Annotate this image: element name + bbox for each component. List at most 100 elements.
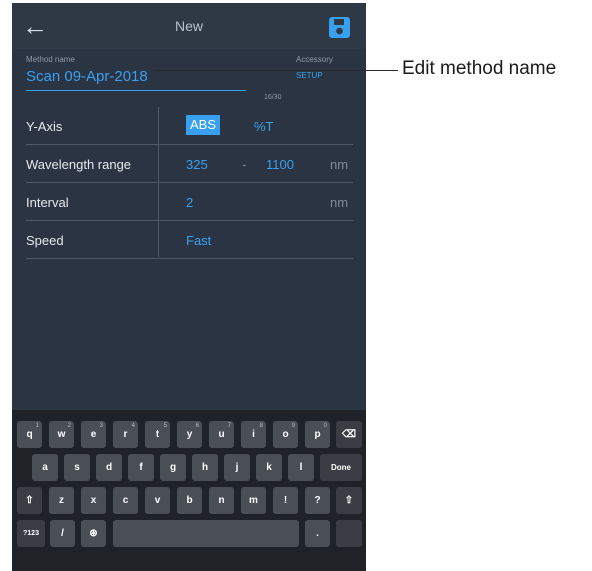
- speed-label: Speed: [26, 233, 64, 248]
- callout-label: Edit method name: [402, 58, 557, 79]
- key-n[interactable]: n: [209, 487, 234, 514]
- callout-line: [155, 70, 398, 71]
- key-h[interactable]: h: [192, 454, 218, 481]
- method-name-input[interactable]: Scan 09-Apr-2018: [26, 68, 148, 85]
- key-shift-right[interactable]: ⇧: [336, 487, 362, 514]
- key-label: !: [283, 495, 288, 506]
- key-label: t: [155, 429, 160, 440]
- key-k[interactable]: k: [256, 454, 282, 481]
- row-speed: Speed Fast: [26, 221, 353, 259]
- y-axis-t-option[interactable]: %T: [254, 119, 274, 134]
- key-e[interactable]: e3: [81, 421, 106, 448]
- key-b[interactable]: b: [177, 487, 202, 514]
- key-hint: 5: [163, 423, 167, 429]
- shift-icon: ⇧: [344, 495, 354, 506]
- key-label: d: [105, 462, 113, 473]
- key-z[interactable]: z: [49, 487, 74, 514]
- key-label: v: [154, 495, 161, 506]
- key-label: a: [42, 462, 48, 473]
- key-question[interactable]: ?: [305, 487, 330, 514]
- key-label: .: [316, 528, 319, 539]
- key-d[interactable]: d: [96, 454, 122, 481]
- wavelength-to-input[interactable]: 1100: [266, 157, 294, 172]
- key-label: x: [90, 495, 97, 506]
- interval-unit: nm: [330, 195, 349, 210]
- key-q[interactable]: q1: [17, 421, 42, 448]
- key-blank[interactable]: [336, 520, 362, 547]
- key-f[interactable]: f: [128, 454, 154, 481]
- key-c[interactable]: c: [113, 487, 138, 514]
- key-slash[interactable]: /: [50, 520, 75, 547]
- key-space[interactable]: [113, 520, 299, 547]
- key-exclamation[interactable]: !: [273, 487, 298, 514]
- device-screen: ← New Method name Scan 09-Apr-2018 16/30…: [12, 3, 366, 571]
- wavelength-from-input[interactable]: 325: [186, 157, 208, 172]
- key-label: u: [218, 429, 225, 440]
- key-hint: 8: [259, 423, 263, 429]
- key-a[interactable]: a: [32, 454, 58, 481]
- key-m[interactable]: m: [241, 487, 266, 514]
- row-y-axis: Y-Axis ABS %T: [26, 107, 353, 145]
- speed-value[interactable]: Fast: [186, 233, 211, 248]
- y-axis-label: Y-Axis: [26, 119, 63, 134]
- key-label: j: [235, 462, 239, 473]
- method-name-underline: [26, 90, 246, 91]
- key-label: q: [26, 429, 33, 440]
- key-u[interactable]: u7: [209, 421, 234, 448]
- save-icon[interactable]: [329, 17, 350, 38]
- key-hint: 1: [35, 423, 39, 429]
- key-s[interactable]: s: [64, 454, 90, 481]
- key-symbols[interactable]: ?123: [17, 520, 45, 547]
- key-i[interactable]: i8: [241, 421, 266, 448]
- key-backspace[interactable]: ⌫: [336, 421, 362, 448]
- method-name-section: Method name Scan 09-Apr-2018 16/30 Acces…: [12, 49, 366, 107]
- wavelength-unit: nm: [330, 157, 349, 172]
- key-shift-left[interactable]: ⇧: [17, 487, 42, 514]
- key-j[interactable]: j: [224, 454, 250, 481]
- page-title: New: [174, 18, 203, 34]
- key-label: /: [61, 528, 64, 539]
- key-label: ?: [314, 495, 321, 506]
- key-o[interactable]: o9: [273, 421, 298, 448]
- key-label: h: [201, 462, 209, 473]
- key-label: m: [249, 495, 258, 506]
- key-label: l: [299, 462, 303, 473]
- key-label: o: [282, 429, 289, 440]
- y-axis-abs-option[interactable]: ABS: [186, 115, 220, 135]
- key-label: w: [57, 429, 66, 440]
- key-w[interactable]: w2: [49, 421, 74, 448]
- key-x[interactable]: x: [81, 487, 106, 514]
- accessory-setup-button[interactable]: SETUP: [296, 71, 323, 80]
- row-wavelength-range: Wavelength range 325 - 1100 nm: [26, 145, 353, 183]
- row-interval: Interval 2 nm: [26, 183, 353, 221]
- key-l[interactable]: l: [288, 454, 314, 481]
- key-r[interactable]: r4: [113, 421, 138, 448]
- key-hint: 0: [323, 423, 327, 429]
- key-hint: 7: [227, 423, 231, 429]
- key-period[interactable]: .: [305, 520, 330, 547]
- key-label: n: [218, 495, 225, 506]
- key-language[interactable]: ⊛: [81, 520, 106, 547]
- key-y[interactable]: y6: [177, 421, 202, 448]
- key-hint: 6: [195, 423, 199, 429]
- key-p[interactable]: p0: [305, 421, 330, 448]
- key-hint: 9: [291, 423, 295, 429]
- key-label: b: [186, 495, 193, 506]
- interval-label: Interval: [26, 195, 69, 210]
- key-done[interactable]: Done: [320, 454, 362, 481]
- key-hint: 2: [67, 423, 71, 429]
- key-v[interactable]: v: [145, 487, 170, 514]
- key-label: ?123: [23, 530, 39, 537]
- key-label: c: [122, 495, 129, 506]
- key-t[interactable]: t5: [145, 421, 170, 448]
- key-hint: 4: [131, 423, 135, 429]
- onscreen-keyboard: q1 w2 e3 r4 t5 y6 u7 i8 o9 p0 ⌫ a s d f …: [12, 410, 366, 571]
- globe-icon: ⊛: [89, 528, 98, 539]
- key-label: k: [266, 462, 272, 473]
- top-bar: ← New: [12, 3, 366, 49]
- interval-input[interactable]: 2: [186, 195, 193, 210]
- key-label: Done: [331, 463, 351, 472]
- key-label: s: [74, 462, 80, 473]
- key-g[interactable]: g: [160, 454, 186, 481]
- key-label: p: [314, 429, 321, 440]
